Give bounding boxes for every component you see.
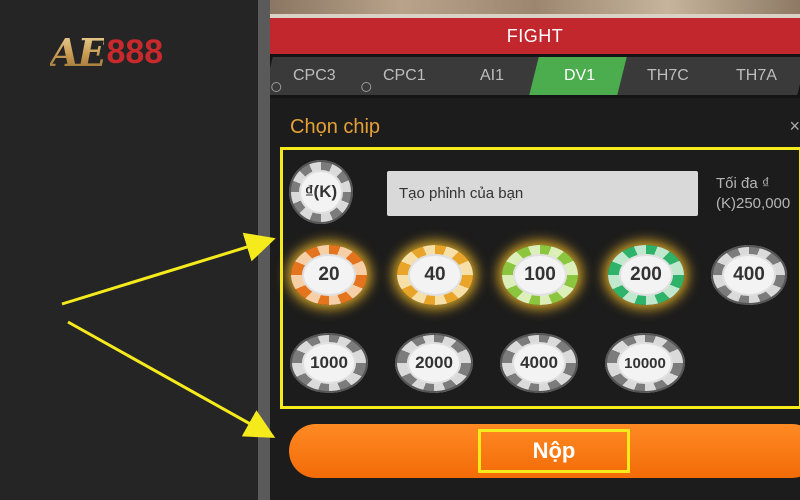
tab-label: CPC3	[292, 67, 336, 84]
chip-400[interactable]: 400	[711, 245, 787, 305]
clock-icon	[361, 82, 372, 92]
chip-value: 200	[619, 254, 673, 296]
clock-icon	[271, 82, 282, 92]
custom-chip[interactable]: ₫(K)	[289, 160, 353, 224]
chip-value: 1000	[301, 342, 357, 384]
chip-value: 100	[513, 254, 567, 296]
tab-4[interactable]: TH7C	[617, 57, 719, 95]
left-panel: AE 888	[0, 0, 258, 500]
live-video-strip	[270, 0, 800, 18]
close-icon[interactable]: ×	[789, 116, 800, 137]
tab-label: CPC1	[382, 67, 426, 84]
logo-ae-text: AE	[50, 29, 106, 75]
chip-value: 20	[302, 254, 356, 296]
chip-value: 10000	[617, 342, 673, 384]
fight-label: FIGHT	[506, 25, 564, 46]
tab-0[interactable]: CPC3	[270, 57, 365, 95]
chip-4000[interactable]: 4000	[500, 333, 578, 393]
custom-chip-label: ₫(K)	[298, 169, 344, 215]
tab-1[interactable]: CPC1	[353, 57, 455, 95]
chip-200[interactable]: 200	[608, 245, 684, 305]
tab-label: TH7A	[735, 67, 777, 84]
tab-5[interactable]: TH7A	[705, 57, 800, 95]
panel-divider	[258, 0, 270, 500]
chip-value: 4000	[511, 342, 567, 384]
ae888-logo: AE 888	[50, 28, 163, 76]
fight-bar: FIGHT	[270, 18, 800, 54]
tab-label: TH7C	[647, 67, 689, 84]
tab-2[interactable]: AI1	[441, 57, 543, 95]
chip-2000[interactable]: 2000	[395, 333, 473, 393]
max-bet-line1: Tối đa ₫	[716, 175, 770, 192]
chip-20[interactable]: 20	[291, 245, 367, 305]
chip-panel-title: Chọn chip	[290, 116, 381, 138]
custom-chip-input[interactable]	[387, 171, 698, 216]
chip-1000[interactable]: 1000	[290, 333, 368, 393]
tab-3[interactable]: DV1	[529, 57, 631, 95]
submit-button[interactable]: Nộp	[289, 424, 800, 478]
chip-value: 2000	[406, 342, 462, 384]
chip-100[interactable]: 100	[502, 245, 578, 305]
table-tabs: CPC3 CPC1 AI1 DV1 TH7C TH7A	[270, 54, 800, 98]
chip-value: 40	[408, 254, 462, 296]
max-bet-line2: (K)250,000	[716, 195, 791, 212]
tab-label: DV1	[564, 67, 596, 84]
game-panel: FIGHT CPC3 CPC1 AI1 DV1 TH7C TH7A Chọn c…	[270, 0, 800, 500]
tab-label: AI1	[479, 67, 504, 84]
submit-label: Nộp	[477, 429, 631, 473]
chip-value: 400	[722, 254, 776, 296]
chip-40[interactable]: 40	[397, 245, 473, 305]
chip-10000[interactable]: 10000	[605, 333, 685, 393]
logo-number-text: 888	[106, 32, 164, 71]
max-bet-label: Tối đa ₫ (K)250,000	[716, 174, 790, 214]
